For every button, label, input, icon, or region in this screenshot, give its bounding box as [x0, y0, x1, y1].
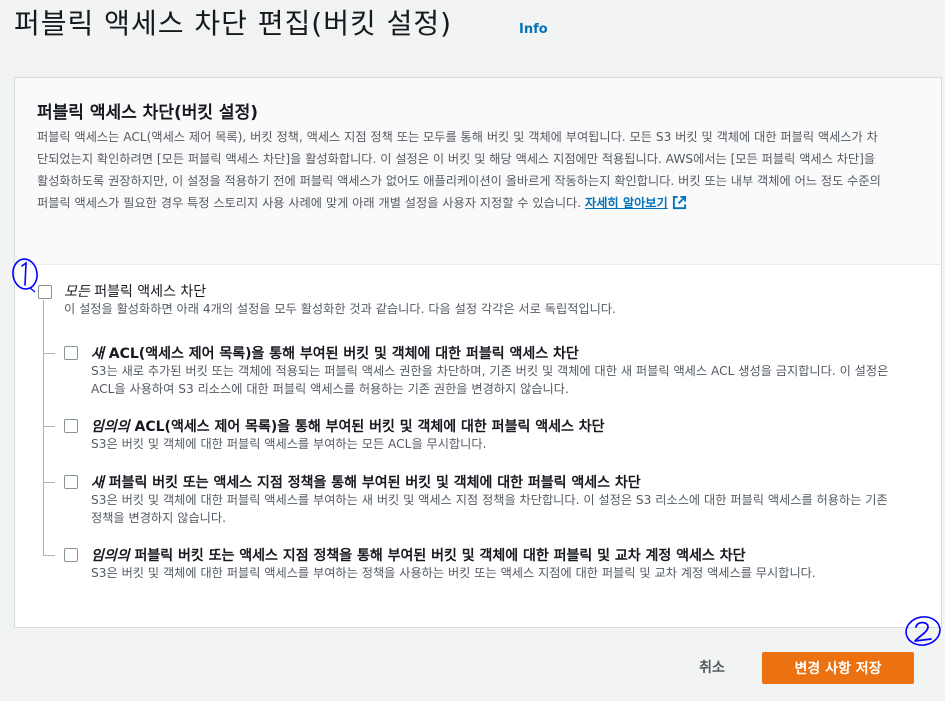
- block-any-acl-title: ACL(액세스 제어 목록)을 통해 부여된 버킷 및 객체에 대한 퍼블릭 액…: [129, 419, 605, 435]
- tree-branch: [43, 426, 55, 427]
- block-all-description: 이 설정을 활성화하면 아래 4개의 설정을 모두 활성화한 것과 같습니다. …: [64, 302, 616, 316]
- block-any-policy-checkbox[interactable]: [64, 548, 78, 562]
- block-all-public-access-checkbox[interactable]: [38, 285, 52, 299]
- learn-more-link[interactable]: 자세히 알아보기: [585, 195, 687, 210]
- block-new-policy-emphasis: 새: [91, 475, 104, 491]
- tree-branch: [43, 353, 55, 354]
- block-any-policy-label: 임의의 퍼블릭 버킷 또는 액세스 지점 정책을 통해 부여된 버킷 및 객체에…: [91, 545, 745, 565]
- section-title: 퍼블릭 액세스 차단(버킷 설정): [37, 103, 258, 123]
- block-all-title: 퍼블릭 액세스 차단: [89, 284, 207, 300]
- block-any-policy-emphasis: 임의의: [91, 548, 130, 564]
- block-any-acl-label: 임의의 ACL(액세스 제어 목록)을 통해 부여된 버킷 및 객체에 대한 퍼…: [91, 416, 604, 436]
- block-any-acl-emphasis: 임의의: [91, 419, 130, 435]
- block-new-acl-title: ACL(액세스 제어 목록)을 통해 부여된 버킷 및 객체에 대한 퍼블릭 액…: [103, 346, 579, 362]
- block-new-acl-label: 새 ACL(액세스 제어 목록)을 통해 부여된 버킷 및 객체에 대한 퍼블릭…: [91, 343, 579, 363]
- panel-header: 퍼블릭 액세스 차단(버킷 설정) 퍼블릭 액세스는 ACL(액세스 제어 목록…: [15, 78, 941, 265]
- save-changes-button[interactable]: 변경 사항 저장: [762, 652, 914, 684]
- block-any-acl-description: S3은 버킷 및 객체에 대한 퍼블릭 액세스를 부여하는 모든 ACL을 무시…: [91, 437, 487, 451]
- tree-connector-line: [43, 300, 44, 556]
- tree-branch: [43, 555, 55, 556]
- block-new-policy-title: 퍼블릭 버킷 또는 액세스 지점 정책을 통해 부여된 버킷 및 객체에 대한 …: [103, 475, 641, 491]
- block-all-public-access-label: 모든 퍼블릭 액세스 차단: [64, 281, 206, 301]
- cancel-button[interactable]: 취소: [682, 652, 742, 682]
- block-any-acl-checkbox[interactable]: [64, 419, 78, 433]
- block-any-policy-title: 퍼블릭 버킷 또는 액세스 지점 정책을 통해 부여된 버킷 및 객체에 대한 …: [129, 548, 746, 564]
- section-description: 퍼블릭 액세스는 ACL(액세스 제어 목록), 버킷 정책, 액세스 지점 정…: [37, 126, 889, 217]
- learn-more-label: 자세히 알아보기: [585, 196, 668, 210]
- tree-branch: [43, 482, 55, 483]
- page-title: 퍼블릭 액세스 차단 편집(버킷 설정): [14, 7, 453, 40]
- section-description-text: 퍼블릭 액세스는 ACL(액세스 제어 목록), 버킷 정책, 액세스 지점 정…: [37, 130, 881, 210]
- block-new-acl-emphasis: 새: [91, 346, 104, 362]
- external-link-icon: [672, 195, 687, 217]
- block-new-policy-checkbox[interactable]: [64, 475, 78, 489]
- block-new-policy-description: S3은 버킷 및 객체에 대한 퍼블릭 액세스를 부여하는 새 버킷 및 액세스…: [91, 493, 888, 525]
- block-new-policy-label: 새 퍼블릭 버킷 또는 액세스 지점 정책을 통해 부여된 버킷 및 객체에 대…: [91, 472, 641, 492]
- info-link[interactable]: Info: [519, 22, 548, 37]
- block-all-emphasis: 모든: [64, 284, 90, 300]
- block-any-policy-description: S3은 버킷 및 객체에 대한 퍼블릭 액세스를 부여하는 정책을 사용하는 버…: [91, 566, 816, 580]
- block-new-acl-checkbox[interactable]: [64, 346, 78, 360]
- block-new-acl-description: S3는 새로 추가된 버킷 또는 객체에 적용되는 퍼블릭 액세스 권한을 차단…: [91, 364, 889, 396]
